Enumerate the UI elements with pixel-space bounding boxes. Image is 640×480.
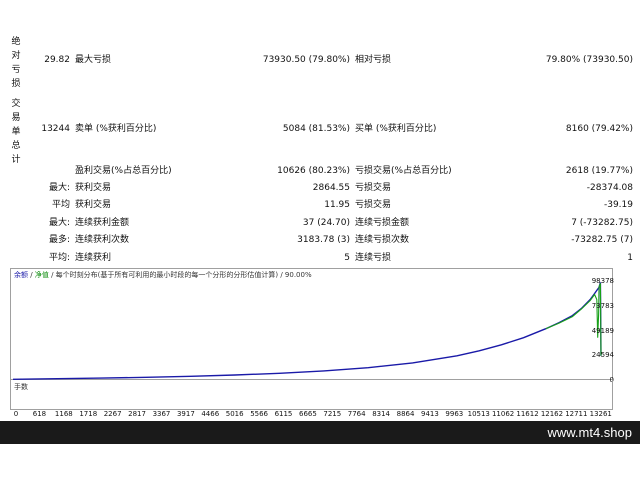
x-tick-label: 4466 [201,410,220,418]
row-5-col1: 最大: [48,218,70,228]
section-label-drawdown: 绝对亏损 [11,37,21,89]
row-5-col5: 7 (-73282.75) [571,218,633,228]
row-0-col2: 最大亏损 [75,55,112,65]
x-tick-label: 6115 [274,410,293,418]
row-1-col4: 买单 (%获利百分比) [355,124,437,134]
volume-label: 手数 [14,383,28,391]
row-4-col1: 平均 [51,200,70,210]
x-tick-label: 9413 [420,410,439,418]
x-tick-label: 2817 [128,410,146,418]
x-tick-label: 1718 [79,410,98,418]
x-tick-label: 3917 [176,410,195,418]
row-2-col5: 2618 (19.77%) [565,166,633,176]
x-tick-label: 5016 [225,410,244,418]
y-tick-label: 49189 [591,326,614,335]
row-3-col1: 最大: [48,183,70,193]
x-tick-label: 11062 [491,410,515,418]
row-5-col3: 37 (24.70) [302,218,350,228]
x-tick-label: 8864 [396,410,415,418]
y-tick-label: 24594 [591,351,614,360]
x-tick-label: 6665 [298,410,317,418]
x-tick-label: 3367 [152,410,171,418]
row-3-col4: 亏损交易 [355,183,392,193]
row-2-col2: 盈利交易(%占总百分比) [75,166,172,176]
section-label-trades: 交易单总计 [11,99,21,165]
row-4-col5: -39.19 [603,200,633,210]
row-7-col1: 平均: [48,253,70,263]
row-7-col4: 连续亏损 [355,253,392,263]
row-0-col5: 79.80% (73930.50) [545,55,633,65]
x-tick-label: 12711 [565,410,588,418]
x-tick-label: 11612 [516,410,539,418]
x-tick-label: 618 [32,410,47,418]
row-5-col2: 连续获利金额 [75,218,130,228]
row-0-col1: 29.82 [44,55,70,65]
row-2-col4: 亏损交易(%占总百分比) [355,166,452,176]
row-3-col2: 获利交易 [75,183,112,193]
x-tick-label: 12162 [540,410,564,418]
balance-chart: 余额 / 净值 / 每个时刻分布(基于所有可利用的最小时段的每一个分形的分形估值… [10,268,614,384]
x-tick-label: 9963 [445,410,464,418]
y-tick-label: 73783 [591,301,614,310]
row-1-col2: 卖单 (%获利百分比) [75,124,157,134]
row-3-col3: 2864.55 [312,183,350,193]
row-0-col4: 相对亏损 [355,55,392,65]
x-tick-label: 2267 [103,410,122,418]
row-6-col3: 3183.78 (3) [297,235,350,245]
row-6-col2: 连续获利次数 [75,235,130,245]
row-1-col5: 8160 (79.42%) [565,124,633,134]
x-axis-ticks: 0 618 1168 1718 2267 2817 3367 3917 4466 5016 5566… [10,410,613,420]
x-tick-label: 7764 [347,410,366,418]
row-4-col2: 获利交易 [75,200,112,210]
row-4-col3: 11.95 [324,200,350,210]
row-6-col1: 最多: [48,235,70,245]
row-6-col4: 连续亏损次数 [355,235,410,245]
equity-line [545,283,602,356]
row-1-col3: 5084 (81.53%) [282,124,350,134]
row-3-col5: -28374.08 [586,183,633,193]
row-2-col3: 10626 (80.23%) [277,166,350,176]
x-tick-label: 0 [13,410,19,418]
row-6-col5: -73282.75 (7) [571,235,633,245]
y-tick-label: 98378 [591,277,614,285]
footer-site-link[interactable]: www.mt4.shop [547,425,632,440]
row-0-col3: 73930.50 (79.80%) [262,55,350,65]
x-tick-label: 13261 [589,410,612,418]
report-summary: 绝对亏损 交易单总计 29.82 最大亏损 73930.50 (79.80%) … [0,0,640,268]
x-tick-label: 5566 [250,410,269,418]
x-tick-label: 1168 [54,410,73,418]
balance-line [12,282,602,380]
chart-plot [12,282,602,380]
volume-panel: 手数 [10,380,613,410]
equity-chart-panel: 余额 / 净值 / 每个时刻分布(基于所有可利用的最小时段的每一个分形的分形估值… [10,268,614,420]
footer-bar: www.mt4.shop [0,421,640,444]
x-tick-label: 10513 [467,410,490,418]
row-7-col5: 1 [627,253,633,263]
row-1-col1: 13244 [41,124,70,134]
row-7-col2: 连续获利 [75,253,112,263]
row-7-col3: 5 [344,253,350,263]
x-tick-label: 7215 [323,410,342,418]
row-5-col4: 连续亏损金额 [355,218,410,228]
row-4-col4: 亏损交易 [355,200,392,210]
x-tick-label: 8314 [372,410,391,418]
